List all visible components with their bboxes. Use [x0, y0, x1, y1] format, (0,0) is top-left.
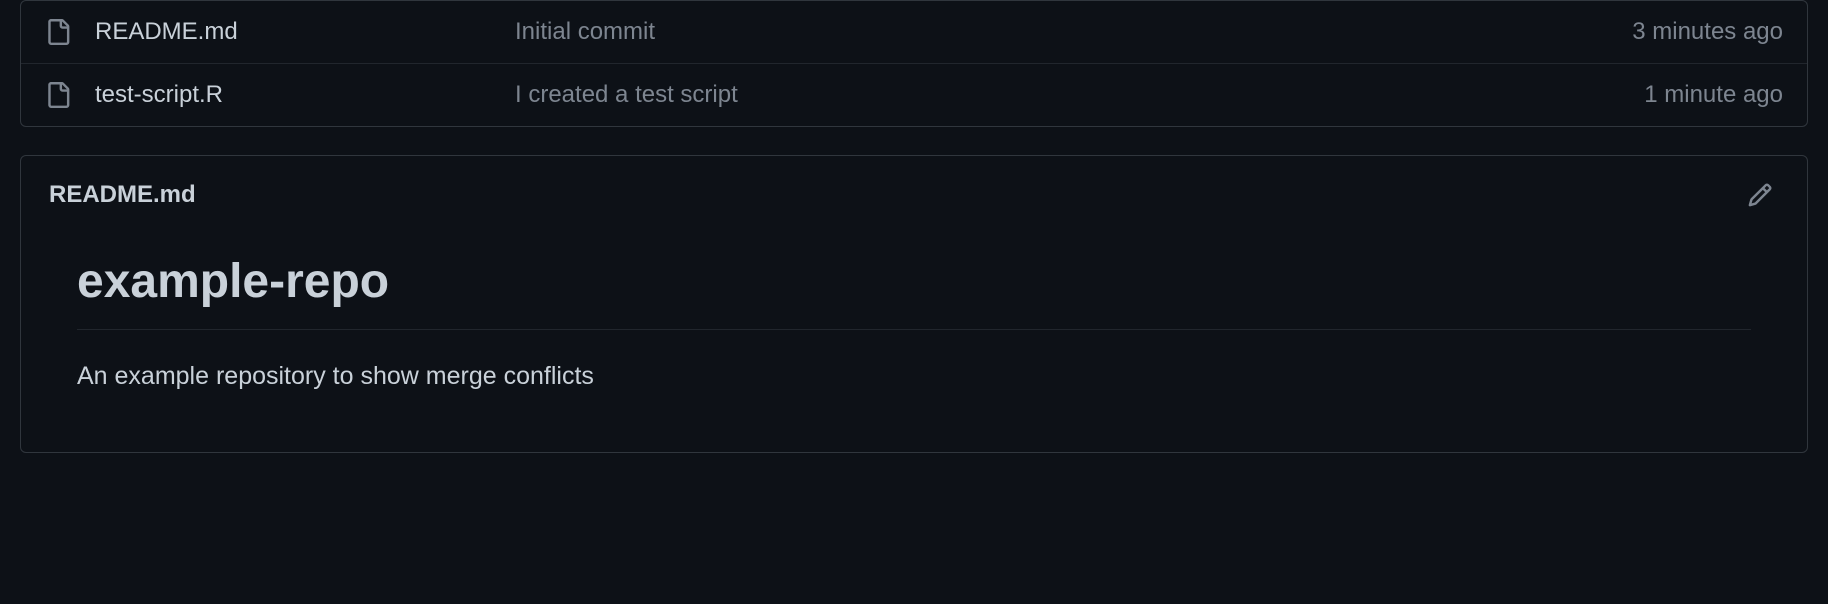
- edit-icon[interactable]: [1741, 176, 1779, 214]
- file-name: test-script.R: [95, 81, 515, 109]
- readme-panel: README.md example-repo An example reposi…: [20, 155, 1808, 453]
- readme-filename[interactable]: README.md: [49, 181, 196, 209]
- readme-description: An example repository to show merge conf…: [77, 358, 1751, 396]
- file-link[interactable]: README.md: [95, 18, 238, 45]
- file-icon: [45, 19, 71, 45]
- file-name: README.md: [95, 18, 515, 46]
- file-link[interactable]: test-script.R: [95, 81, 223, 108]
- file-list: README.md Initial commit 3 minutes ago t…: [20, 0, 1808, 127]
- commit-time: 1 minute ago: [1644, 81, 1783, 109]
- commit-message: I created a test script: [515, 81, 1644, 109]
- readme-content: example-repo An example repository to sh…: [21, 234, 1807, 452]
- commit-link[interactable]: I created a test script: [515, 81, 738, 108]
- commit-time: 3 minutes ago: [1632, 18, 1783, 46]
- commit-message: Initial commit: [515, 18, 1632, 46]
- commit-link[interactable]: Initial commit: [515, 18, 655, 45]
- readme-header: README.md: [21, 156, 1807, 234]
- readme-heading: example-repo: [77, 254, 1751, 330]
- file-row: test-script.R I created a test script 1 …: [21, 64, 1807, 126]
- file-icon: [45, 82, 71, 108]
- file-row: README.md Initial commit 3 minutes ago: [21, 1, 1807, 64]
